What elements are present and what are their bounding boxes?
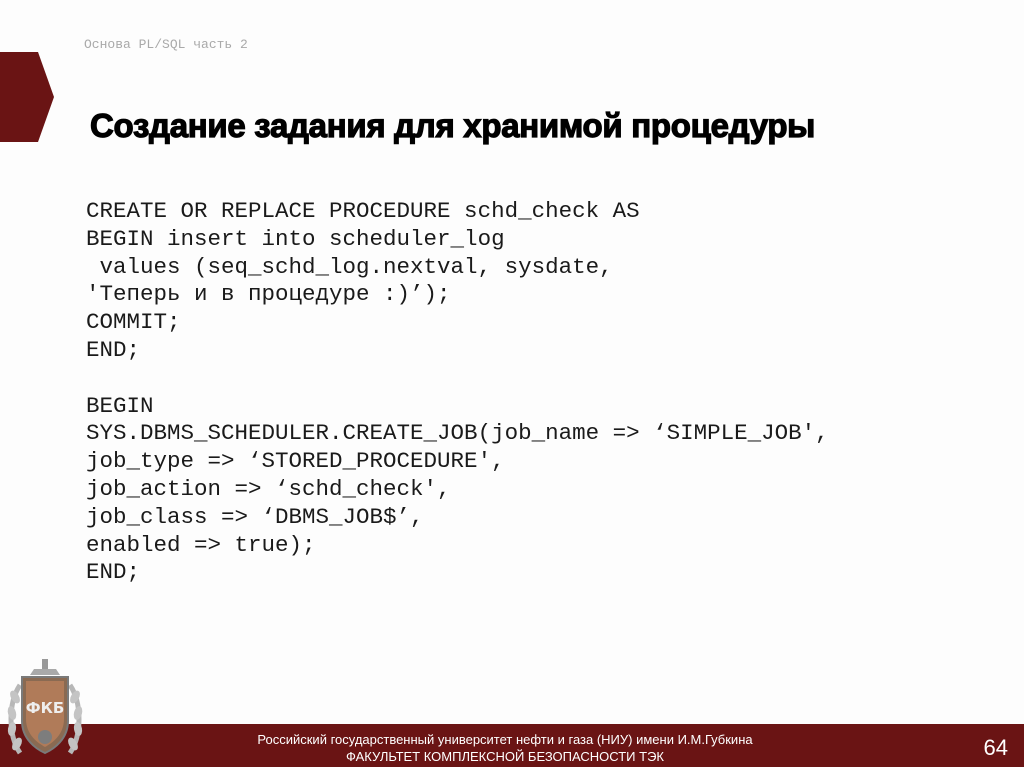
page-number: 64 (983, 735, 1008, 760)
code-block: CREATE OR REPLACE PROCEDURE schd_check A… (86, 198, 986, 587)
code-line: COMMIT; (86, 309, 181, 336)
code-line: job_action => ‘schd_check', (86, 475, 451, 502)
code-line: BEGIN insert into scheduler_log (86, 225, 505, 252)
footer-university: Российский государственный университет н… (257, 732, 753, 747)
code-line: SYS.DBMS_SCHEDULER.CREATE_JOB(job_name =… (86, 420, 829, 447)
footer-text: Российский государственный университет н… (0, 731, 1010, 765)
code-line: values (seq_schd_log.nextval, sysdate, (86, 253, 613, 280)
section-marker (0, 52, 54, 142)
code-line: BEGIN (86, 392, 154, 419)
code-line: 'Теперь и в процедуре :)’); (86, 281, 451, 308)
footer-faculty: ФАКУЛЬТЕТ КОМПЛЕКСНОЙ БЕЗОПАСНОСТИ ТЭК (346, 749, 664, 764)
svg-text:ФКБ: ФКБ (26, 699, 65, 717)
code-line: job_class => ‘DBMS_JOB$’, (86, 503, 424, 530)
code-line: enabled => true); (86, 531, 316, 558)
header-caption: Основа PL/SQL часть 2 (84, 37, 248, 52)
code-line: job_type => ‘STORED_PROCEDURE', (86, 448, 505, 475)
code-line: CREATE OR REPLACE PROCEDURE schd_check A… (86, 198, 640, 224)
slide: Основа PL/SQL часть 2 Создание задания д… (0, 0, 1024, 767)
slide-title: Создание задания для хранимой процедуры (89, 106, 816, 144)
code-line: END; (86, 559, 141, 586)
code-line: END; (86, 336, 141, 363)
